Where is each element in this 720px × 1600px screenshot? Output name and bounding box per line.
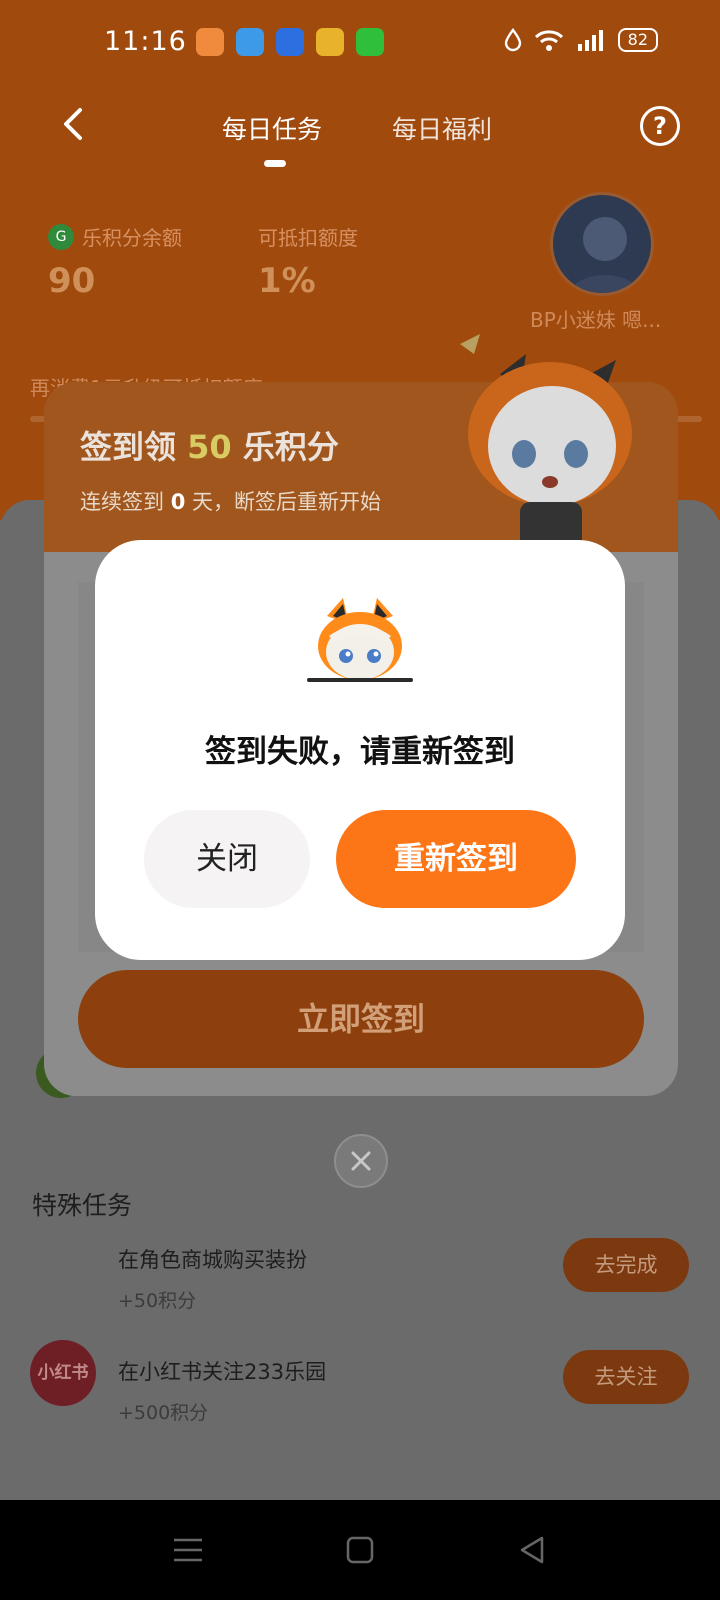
back-triangle-icon[interactable] [514,1532,550,1568]
special-tasks-heading: 特殊任务 [32,1191,133,1220]
deduct-label: 可抵扣额度 [258,226,358,250]
baidu-app-icon [276,28,304,56]
mascot-peek-icon [307,598,413,682]
top-navigation: 每日任务 每日福利 ? [0,98,720,178]
wifi-icon [534,30,563,51]
dialog-close-button[interactable]: 关闭 [144,810,310,908]
balance-value: 90 [48,261,96,301]
signal-icon [577,30,603,51]
video-app-icon [196,28,224,56]
tab-daily-benefits[interactable]: 每日福利 [392,110,492,146]
deduct-value: 1% [258,261,316,301]
task-points: +50积分 [118,1290,197,1312]
data-saver-icon [504,28,521,52]
message-app-icon [356,28,384,56]
special-task-item: 小红书 在小红书关注233乐园 +500积分 去关注 [0,1340,720,1456]
avatar[interactable] [550,192,654,296]
coin-icon: G [48,223,74,250]
battery-indicator: 82 [617,28,658,52]
system-navigation-bar [0,1500,720,1600]
deduct-quota: 可抵扣额度 1% [258,222,358,301]
task-name: 在角色商城购买装扮 [118,1248,307,1272]
dialog-message: 签到失败，请重新签到 [205,734,515,770]
dialog-retry-button[interactable]: 重新签到 [336,810,576,908]
checkin-points: 50 [187,428,232,466]
back-arrow-icon[interactable] [54,104,94,144]
status-time: 11:16 [104,26,187,57]
xiaohongshu-logo: 小红书 [30,1340,96,1406]
help-icon[interactable]: ? [640,106,680,146]
checkin-now-button[interactable]: 立即签到 [78,970,644,1068]
checkin-streak: 连续签到 0 天，断签后重新开始 [80,490,381,514]
browser-app-icon [236,28,264,56]
home-icon[interactable] [342,1532,378,1568]
menu-icon[interactable] [170,1532,206,1568]
close-card-button[interactable] [334,1134,388,1188]
close-icon [351,1151,371,1171]
points-balance: G 乐积分余额 90 [48,222,182,301]
balance-label: 乐积分余额 [82,226,182,250]
mascot-illustration [460,334,632,552]
task-points: +500积分 [118,1402,209,1424]
checkin-failed-dialog: 签到失败，请重新签到 关闭 重新签到 [95,540,625,960]
tab-daily-tasks[interactable]: 每日任务 [222,110,322,146]
system-icons: 82 [504,28,658,52]
task-complete-button[interactable]: 去完成 [563,1238,689,1292]
status-bar: 11:16 82 [0,0,720,90]
streak-days: 0 [170,490,186,514]
wallet-app-icon [316,28,344,56]
task-name: 在小红书关注233乐园 [118,1360,327,1384]
special-task-item: 在角色商城购买装扮 +50积分 去完成 [0,1238,720,1344]
checkin-title: 签到领 50 乐积分 [80,428,339,466]
notification-icons [196,28,384,56]
task-follow-button[interactable]: 去关注 [563,1350,689,1404]
tab-indicator [264,160,286,167]
